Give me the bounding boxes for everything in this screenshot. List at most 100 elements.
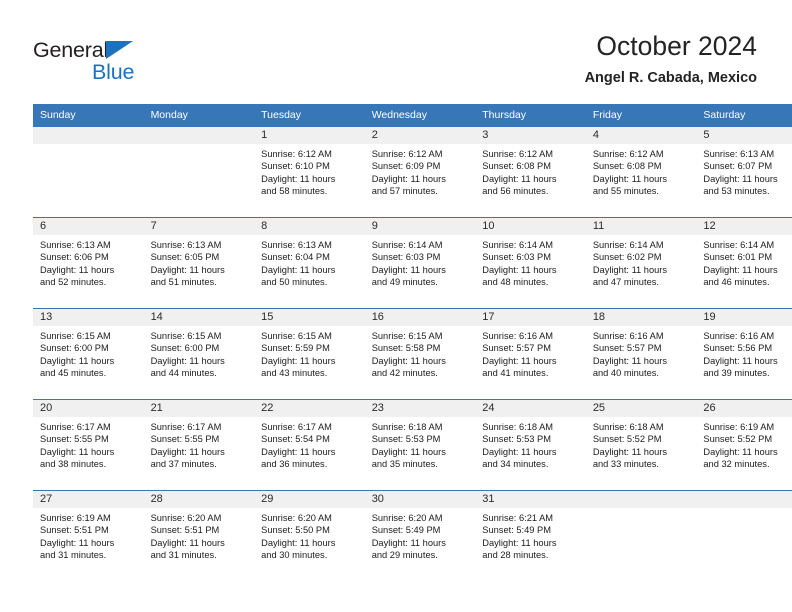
day-number: 7 [143, 218, 255, 235]
day-info-line: Sunset: 5:56 PM [703, 343, 773, 354]
weekday-header-thursday: Thursday [475, 104, 586, 127]
generalblue-logo[interactable]: General Blue [33, 38, 193, 86]
day-info-line: Sunrise: 6:12 AM [592, 149, 664, 159]
calendar-day-cell[interactable]: 20 Sunrise: 6:17 AM Sunset: 5:55 PM Dayligh… [33, 399, 144, 491]
calendar-day-cell[interactable]: 18 Sunrise: 6:16 AM Sunset: 5:57 PM Dayligh… [585, 308, 697, 400]
day-info-line: Sunrise: 6:16 AM [482, 331, 554, 341]
calendar-day-cell[interactable]: 26 Sunrise: 6:19 AM Sunset: 5:52 PM Dayligh… [696, 399, 792, 491]
calendar-day-cell[interactable]: 30 Sunrise: 6:20 AM Sunset: 5:49 PM Dayligh… [364, 490, 476, 581]
day-sun-info: Sunrise: 6:19 AM Sunset: 5:51 PM Daylight:… [33, 508, 144, 561]
day-info-line: Sunrise: 6:20 AM [371, 513, 443, 523]
calendar-day-cell[interactable]: 4 Sunrise: 6:12 AM Sunset: 6:08 PM Daylight… [585, 126, 697, 218]
day-sun-info: Sunrise: 6:18 AM Sunset: 5:53 PM Daylight:… [475, 417, 586, 470]
calendar-day-cell[interactable]: 28 Sunrise: 6:20 AM Sunset: 5:51 PM Dayligh… [143, 490, 255, 581]
day-number: 5 [696, 127, 792, 144]
day-info-line: and 45 minutes. [40, 367, 107, 378]
day-cell-inner: 18 Sunrise: 6:16 AM Sunset: 5:57 PM Dayligh… [585, 309, 697, 399]
calendar-day-cell[interactable]: 16 Sunrise: 6:15 AM Sunset: 5:58 PM Dayligh… [364, 308, 476, 400]
day-info-line: Sunrise: 6:15 AM [371, 331, 443, 341]
day-info-line: Sunset: 5:49 PM [482, 525, 551, 536]
day-sun-info: Sunrise: 6:12 AM Sunset: 6:10 PM Daylight:… [254, 144, 365, 197]
day-sun-info: Sunrise: 6:16 AM Sunset: 5:57 PM Daylight:… [475, 326, 586, 379]
logo-text-blue: Blue [92, 60, 135, 84]
calendar-day-cell[interactable]: 6 Sunrise: 6:13 AM Sunset: 6:06 PM Daylight… [33, 217, 144, 309]
day-info-line: Daylight: 11 hours [592, 264, 668, 275]
calendar-day-cell[interactable]: 29 Sunrise: 6:20 AM Sunset: 5:50 PM Dayligh… [254, 490, 365, 581]
day-sun-info: Sunrise: 6:13 AM Sunset: 6:06 PM Daylight:… [33, 235, 144, 288]
day-info-line: Sunset: 5:52 PM [703, 434, 773, 445]
day-number: 2 [364, 127, 476, 144]
day-info-line: and 48 minutes. [482, 276, 549, 287]
calendar-day-cell[interactable]: 13 Sunrise: 6:15 AM Sunset: 6:00 PM Dayligh… [33, 308, 144, 400]
calendar-day-cell[interactable]: 24 Sunrise: 6:18 AM Sunset: 5:53 PM Dayligh… [475, 399, 586, 491]
day-cell-inner: 14 Sunrise: 6:15 AM Sunset: 6:00 PM Dayligh… [143, 309, 255, 399]
day-sun-info: Sunrise: 6:14 AM Sunset: 6:03 PM Daylight:… [365, 235, 476, 288]
day-number [696, 491, 792, 508]
calendar-day-cell[interactable]: 23 Sunrise: 6:18 AM Sunset: 5:53 PM Dayligh… [364, 399, 476, 491]
day-cell-inner: 8 Sunrise: 6:13 AM Sunset: 6:04 PM Daylight… [254, 218, 365, 308]
calendar-day-cell[interactable]: 17 Sunrise: 6:16 AM Sunset: 5:57 PM Dayligh… [475, 308, 586, 400]
day-number: 26 [696, 400, 792, 417]
calendar-day-cell[interactable]: 14 Sunrise: 6:15 AM Sunset: 6:00 PM Dayligh… [143, 308, 255, 400]
calendar-day-cell[interactable]: 11 Sunrise: 6:14 AM Sunset: 6:02 PM Dayligh… [585, 217, 697, 309]
calendar-week-row: 27 Sunrise: 6:19 AM Sunset: 5:51 PM Dayligh… [33, 490, 792, 581]
day-cell-inner: 28 Sunrise: 6:20 AM Sunset: 5:51 PM Dayligh… [143, 491, 255, 581]
calendar-empty-cell [143, 126, 255, 218]
calendar-day-cell[interactable]: 7 Sunrise: 6:13 AM Sunset: 6:05 PM Daylight… [143, 217, 255, 309]
day-cell-inner [143, 127, 255, 217]
day-info-line: Daylight: 11 hours [703, 264, 778, 275]
calendar-day-cell[interactable]: 31 Sunrise: 6:21 AM Sunset: 5:49 PM Dayligh… [475, 490, 586, 581]
calendar-day-cell[interactable]: 25 Sunrise: 6:18 AM Sunset: 5:52 PM Dayligh… [585, 399, 697, 491]
day-number: 18 [585, 309, 697, 326]
calendar-day-cell[interactable]: 22 Sunrise: 6:17 AM Sunset: 5:54 PM Dayligh… [254, 399, 365, 491]
calendar-day-cell[interactable]: 3 Sunrise: 6:12 AM Sunset: 6:08 PM Daylight… [475, 126, 586, 218]
calendar-day-cell[interactable]: 19 Sunrise: 6:16 AM Sunset: 5:56 PM Dayligh… [696, 308, 792, 400]
calendar-day-cell[interactable]: 5 Sunrise: 6:13 AM Sunset: 6:07 PM Daylight… [696, 126, 792, 218]
day-info-line: Sunset: 5:53 PM [371, 434, 441, 445]
day-info-line: Daylight: 11 hours [592, 355, 668, 366]
day-cell-inner: 10 Sunrise: 6:14 AM Sunset: 6:03 PM Dayligh… [475, 218, 586, 308]
day-info-line: and 47 minutes. [592, 276, 659, 287]
calendar-day-cell[interactable]: 10 Sunrise: 6:14 AM Sunset: 6:03 PM Dayligh… [475, 217, 586, 309]
calendar-body: 1 Sunrise: 6:12 AM Sunset: 6:10 PM Daylight… [33, 126, 792, 581]
day-info-line: and 42 minutes. [371, 367, 438, 378]
calendar-day-cell[interactable]: 27 Sunrise: 6:19 AM Sunset: 5:51 PM Dayligh… [33, 490, 144, 581]
calendar-day-cell[interactable]: 21 Sunrise: 6:17 AM Sunset: 5:55 PM Dayligh… [143, 399, 255, 491]
day-sun-info: Sunrise: 6:18 AM Sunset: 5:52 PM Daylight:… [586, 417, 697, 470]
day-info-line: Sunrise: 6:17 AM [40, 422, 111, 432]
day-number: 13 [33, 309, 144, 326]
day-number: 29 [254, 491, 365, 508]
day-cell-inner: 15 Sunrise: 6:15 AM Sunset: 5:59 PM Dayligh… [254, 309, 365, 399]
day-number: 16 [364, 309, 476, 326]
day-info-line: Sunset: 5:53 PM [482, 434, 551, 445]
day-info-line: Sunset: 6:10 PM [261, 161, 330, 172]
calendar-day-cell[interactable]: 1 Sunrise: 6:12 AM Sunset: 6:10 PM Daylight… [254, 126, 365, 218]
day-info-line: Daylight: 11 hours [482, 264, 557, 275]
day-info-line: Sunset: 6:08 PM [592, 161, 662, 172]
day-sun-info: Sunrise: 6:13 AM Sunset: 6:04 PM Daylight:… [254, 235, 365, 288]
day-cell-inner: 7 Sunrise: 6:13 AM Sunset: 6:05 PM Daylight… [143, 218, 255, 308]
day-info-line: Sunrise: 6:13 AM [40, 240, 111, 250]
day-cell-inner: 6 Sunrise: 6:13 AM Sunset: 6:06 PM Daylight… [33, 218, 144, 308]
day-info-line: Sunset: 6:09 PM [371, 161, 441, 172]
day-info-line: Daylight: 11 hours [261, 446, 336, 457]
calendar-day-cell[interactable]: 12 Sunrise: 6:14 AM Sunset: 6:01 PM Dayligh… [696, 217, 792, 309]
day-info-line: Sunrise: 6:15 AM [40, 331, 111, 341]
day-info-line: Sunset: 5:58 PM [371, 343, 441, 354]
calendar-day-cell[interactable]: 15 Sunrise: 6:15 AM Sunset: 5:59 PM Dayligh… [254, 308, 365, 400]
day-info-line: Sunrise: 6:14 AM [371, 240, 443, 250]
calendar-day-cell[interactable]: 8 Sunrise: 6:13 AM Sunset: 6:04 PM Daylight… [254, 217, 365, 309]
day-cell-inner: 25 Sunrise: 6:18 AM Sunset: 5:52 PM Dayligh… [585, 400, 697, 490]
day-sun-info: Sunrise: 6:20 AM Sunset: 5:51 PM Daylight:… [144, 508, 255, 561]
day-sun-info: Sunrise: 6:17 AM Sunset: 5:55 PM Daylight:… [144, 417, 255, 470]
day-info-line: Daylight: 11 hours [150, 537, 225, 548]
day-info-line: Sunrise: 6:16 AM [703, 331, 775, 341]
day-info-line: Daylight: 11 hours [150, 264, 225, 275]
day-info-line: and 52 minutes. [40, 276, 107, 287]
day-cell-inner: 20 Sunrise: 6:17 AM Sunset: 5:55 PM Dayligh… [33, 400, 144, 490]
calendar-empty-cell [33, 126, 144, 218]
calendar-day-cell[interactable]: 9 Sunrise: 6:14 AM Sunset: 6:03 PM Daylight… [364, 217, 476, 309]
day-number [143, 127, 255, 144]
weekday-header-row: Sunday Monday Tuesday Wednesday Thursday Frid… [33, 104, 792, 127]
calendar-day-cell[interactable]: 2 Sunrise: 6:12 AM Sunset: 6:09 PM Daylight… [364, 126, 476, 218]
